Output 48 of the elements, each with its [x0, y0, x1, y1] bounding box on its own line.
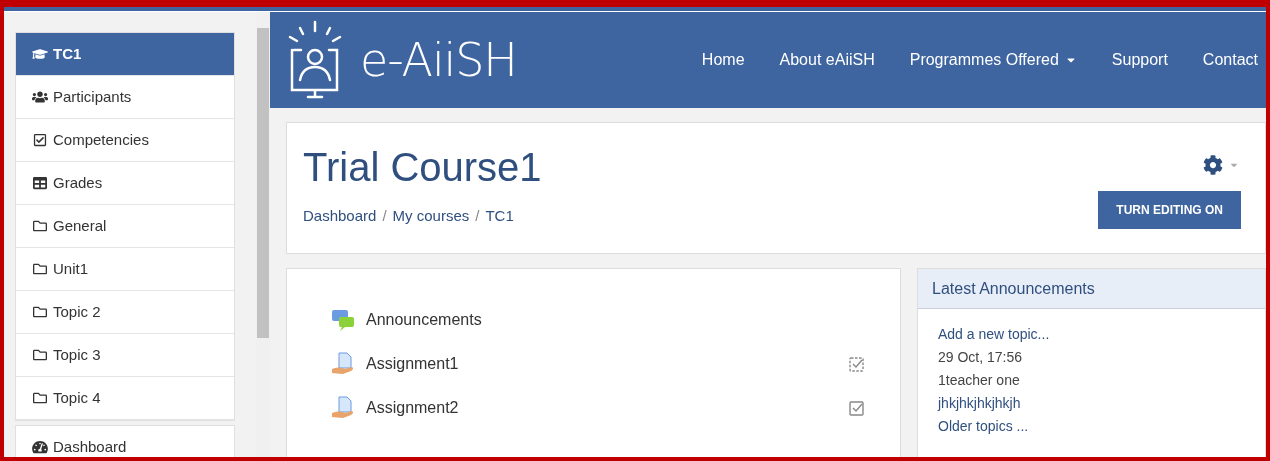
announcement-meta: 1teacher one	[938, 371, 1021, 390]
nav-link[interactable]: Programmes Offered	[909, 48, 1077, 72]
sidebar-item[interactable]: General	[16, 205, 234, 248]
activity-link[interactable]: Assignment1	[366, 352, 459, 376]
nav-link[interactable]: Support	[1111, 48, 1168, 72]
breadcrumb-separator: /	[475, 206, 480, 226]
monitor-person-logo-icon	[286, 20, 344, 100]
folder-icon	[32, 391, 48, 405]
announcement-link[interactable]: Older topics ...	[938, 415, 1245, 438]
sidebar-item[interactable]: Participants	[16, 76, 234, 119]
sidebar-item[interactable]: TC1	[16, 33, 234, 76]
table-icon	[32, 176, 48, 190]
users-icon	[32, 90, 48, 104]
announcement-link[interactable]: jhkjhkjhkjhkjh	[938, 392, 1245, 415]
site-logo-text: e-AiiSH	[360, 31, 517, 89]
checkbox-icon	[32, 133, 48, 147]
document-hand-icon	[331, 352, 355, 376]
sidebar-item[interactable]: Topic 2	[16, 291, 234, 334]
completion-checkbox-icon[interactable]	[849, 400, 864, 416]
block-header: Latest Announcements	[918, 269, 1265, 309]
graduation-cap-icon	[32, 47, 48, 61]
nav-link[interactable]: Home	[701, 48, 745, 72]
sidebar-item[interactable]: Dashboard	[16, 426, 234, 457]
breadcrumb-link[interactable]: TC1	[485, 205, 514, 228]
sidebar-item[interactable]: Topic 3	[16, 334, 234, 377]
sidebar-item[interactable]: Topic 4	[16, 377, 234, 420]
folder-icon	[32, 219, 48, 233]
breadcrumb-link[interactable]: My courses	[392, 205, 470, 228]
activity-link[interactable]: Announcements	[366, 308, 482, 332]
breadcrumb-link[interactable]: Dashboard	[303, 205, 377, 228]
sidebar-item[interactable]: Grades	[16, 162, 234, 205]
gauge-icon	[32, 440, 48, 454]
folder-icon	[32, 305, 48, 319]
nav-link[interactable]: Contact	[1202, 48, 1258, 72]
sidebar-item[interactable]: Competencies	[16, 119, 234, 162]
settings-icon[interactable]	[1203, 155, 1223, 175]
folder-icon	[32, 262, 48, 276]
nav-link[interactable]: About eAiiSH	[779, 48, 875, 72]
announcement-link[interactable]: Add a new topic...	[938, 323, 1245, 346]
document-hand-icon	[331, 396, 355, 420]
breadcrumb-separator: /	[382, 206, 387, 226]
folder-icon	[32, 348, 48, 362]
turn-editing-on-button[interactable]: TURN EDITING ON	[1098, 191, 1241, 229]
course-title: Trial Course1	[303, 144, 542, 191]
chat-bubbles-icon	[331, 309, 355, 331]
activity-link[interactable]: Assignment2	[366, 396, 459, 420]
announcement-meta: 29 Oct, 17:56	[938, 348, 1024, 367]
sidebar-item[interactable]: Unit1	[16, 248, 234, 291]
